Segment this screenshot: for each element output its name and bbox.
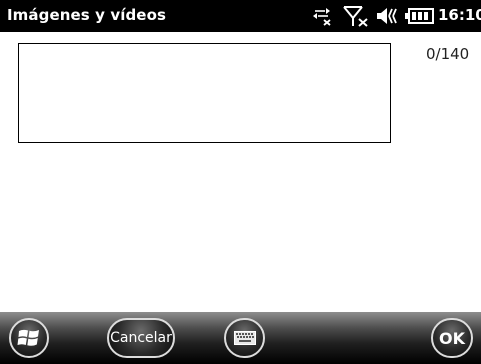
keyboard-icon [233, 331, 256, 345]
windows-logo-icon [17, 329, 39, 346]
clock: 16:10 [438, 6, 481, 24]
start-button[interactable] [9, 318, 49, 358]
signal-off-icon [343, 6, 368, 27]
ok-button[interactable]: OK [431, 318, 473, 358]
window-title: Imágenes y vídeos [7, 6, 167, 24]
keyboard-button[interactable] [224, 318, 265, 358]
character-counter: 0/140 [426, 45, 470, 63]
volume-icon [377, 8, 397, 24]
message-text-input[interactable] [18, 43, 391, 143]
battery-icon [405, 8, 434, 24]
cancel-button[interactable]: Cancelar [107, 318, 175, 358]
softkey-bar: Cancelar OK [0, 312, 481, 364]
data-connection-icon [313, 8, 331, 26]
title-bar: Imágenes y vídeos 16:10 [0, 0, 481, 32]
